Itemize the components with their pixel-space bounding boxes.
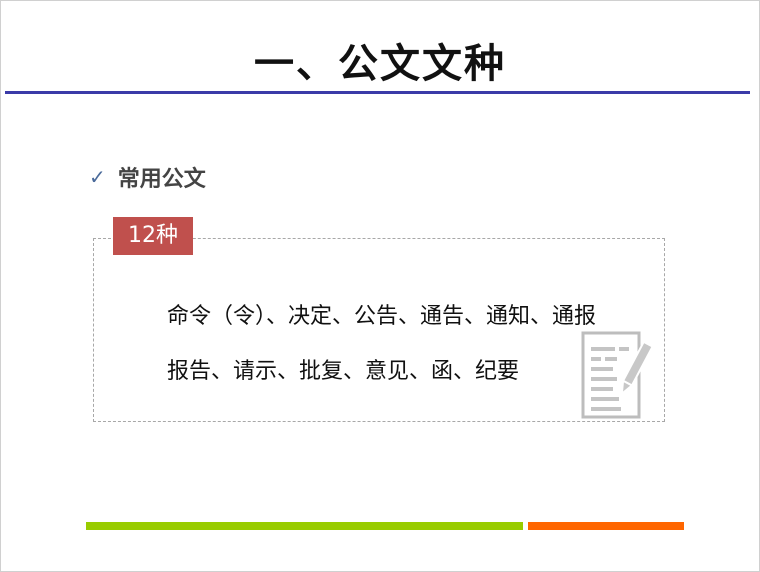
count-badge: 12种	[113, 217, 193, 255]
slide-title: 一、公文文种	[254, 41, 506, 87]
section-label: 常用公文	[117, 167, 206, 192]
footer-bar-orange	[528, 522, 684, 530]
slide: 一、公文文种 ✓ 常用公文 12种 命令（令）、决定、公告、通告、通知、通报 报…	[0, 0, 760, 572]
doc-types-line-1: 命令（令）、决定、公告、通告、通知、通报	[167, 304, 597, 329]
document-pencil-icon	[579, 329, 654, 425]
footer-bar-green	[86, 522, 523, 530]
check-icon: ✓	[89, 165, 106, 189]
doc-types-line-2: 报告、请示、批复、意见、函、纪要	[167, 359, 520, 384]
section-heading: ✓ 常用公文	[89, 161, 206, 193]
title-divider	[5, 91, 750, 94]
